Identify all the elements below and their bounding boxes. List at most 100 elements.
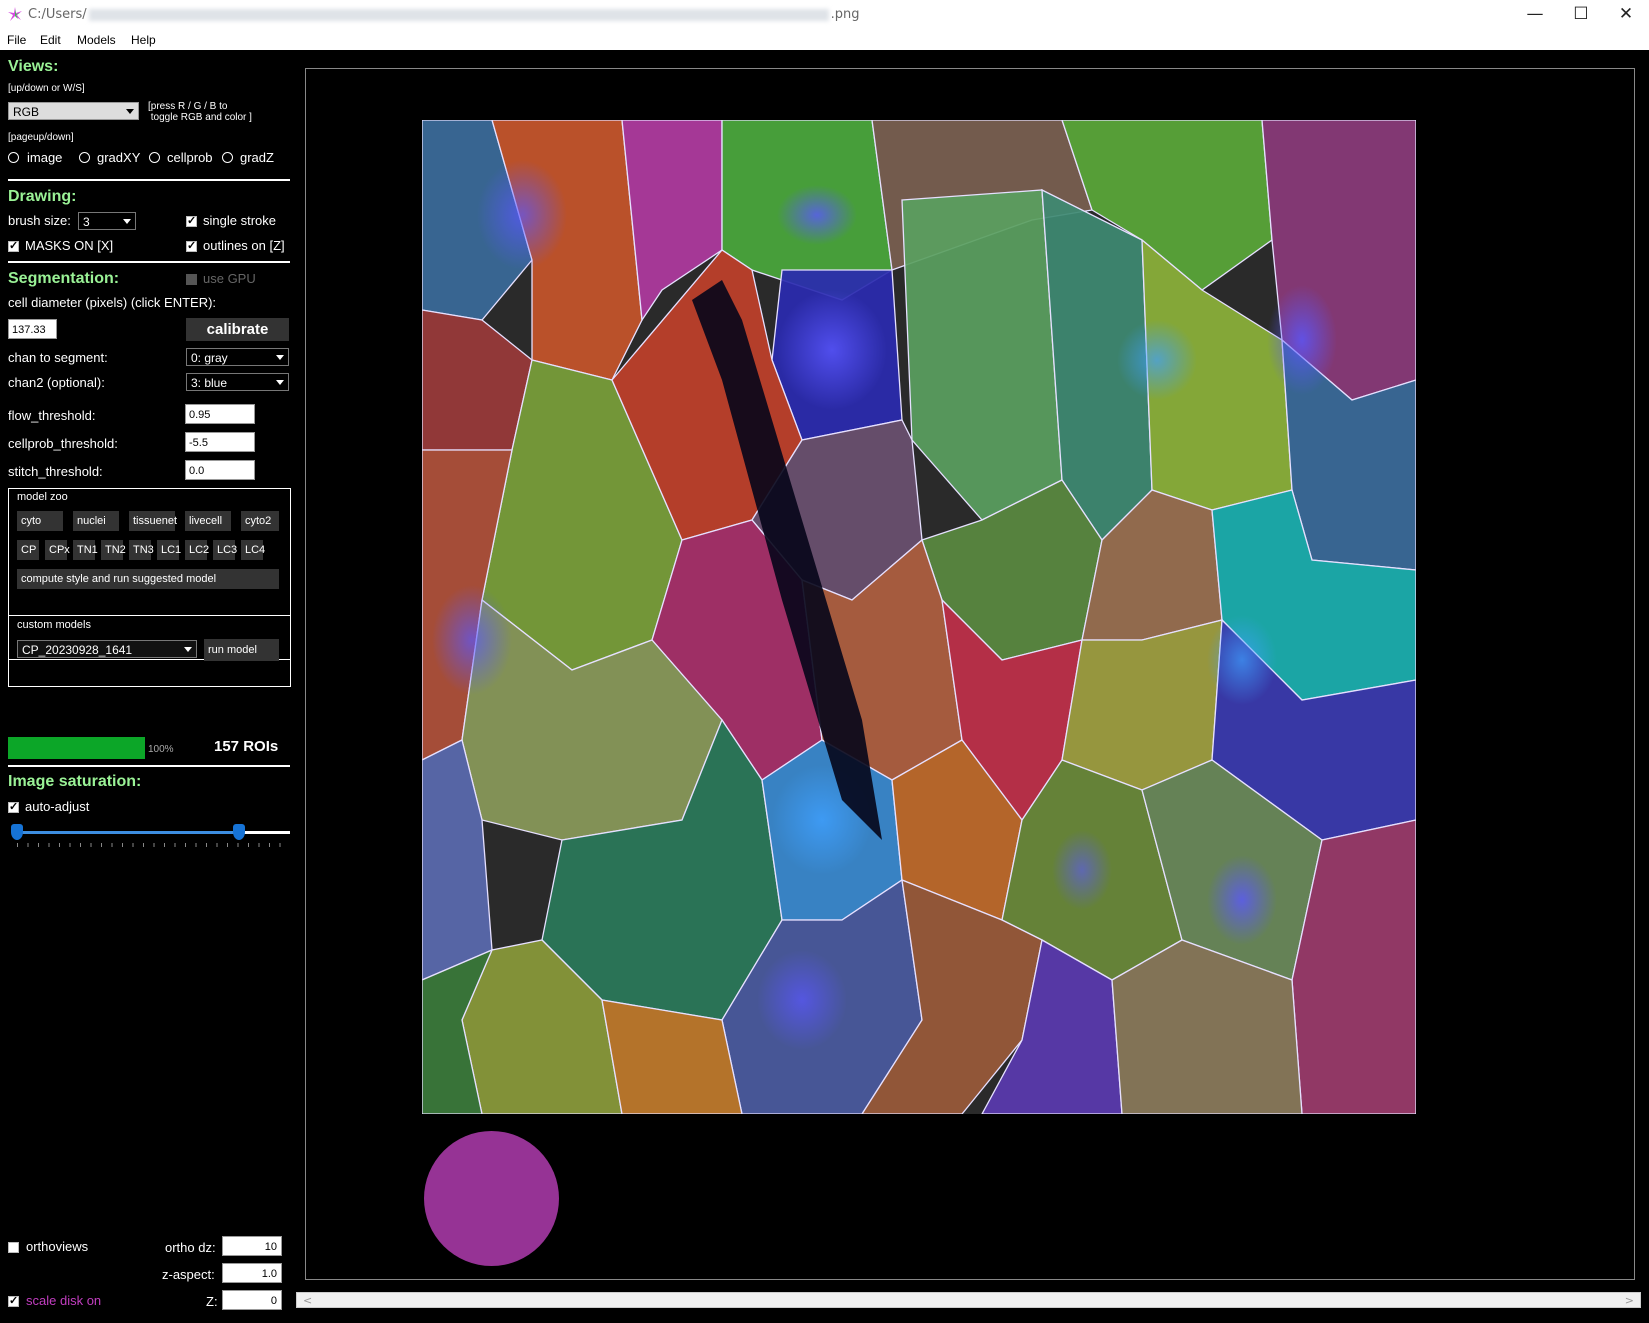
z-aspect-label: z-aspect:	[162, 1267, 215, 1282]
radio-image[interactable]	[8, 152, 19, 163]
views-heading: Views:	[8, 58, 58, 76]
flow-threshold-input[interactable]: 0.95	[185, 404, 255, 424]
orthoviews-checkbox[interactable]	[8, 1242, 19, 1253]
suggest-model-button[interactable]: compute style and run suggested model	[17, 569, 279, 589]
stitch-threshold-input[interactable]: 0.0	[185, 460, 255, 480]
model-nuclei-button[interactable]: nuclei	[73, 511, 119, 531]
progress-bar	[8, 737, 145, 759]
ortho-dz-label: ortho dz:	[165, 1240, 216, 1255]
cellpose-app-icon	[7, 6, 23, 22]
scroll-right-icon[interactable]: >	[1625, 1294, 1634, 1307]
divider	[8, 765, 290, 767]
model-tissuenet-button[interactable]: tissuenet	[129, 511, 175, 531]
drawing-heading: Drawing:	[8, 188, 76, 206]
model-cyto2-button[interactable]: cyto2	[241, 511, 279, 531]
brush-size-select[interactable]: 3	[78, 212, 136, 230]
brush-size-label: brush size:	[8, 213, 71, 228]
radio-image-label: image	[27, 150, 62, 165]
chevron-down-icon	[276, 355, 284, 360]
menu-file[interactable]: File	[7, 33, 26, 47]
auto-adjust-label: auto-adjust	[25, 799, 89, 814]
outlines-on-checkbox[interactable]	[186, 241, 197, 252]
z-aspect-input[interactable]: 1.0	[222, 1263, 282, 1283]
maximize-button[interactable]: ☐	[1558, 0, 1604, 30]
segmented-microscopy-image[interactable]	[422, 120, 1416, 1114]
radio-gradz[interactable]	[222, 152, 233, 163]
views-updown-hint: [up/down or W/S]	[8, 83, 85, 94]
single-stroke-label: single stroke	[203, 213, 276, 228]
custom-models-group: custom models CP_20230928_1641 run model	[8, 615, 291, 687]
use-gpu-checkbox[interactable]	[186, 274, 197, 285]
control-panel: Views: [up/down or W/S] RGB [press R / G…	[0, 50, 296, 1323]
saturation-low-handle[interactable]	[11, 824, 23, 840]
custom-models-title: custom models	[17, 619, 91, 631]
model-livecell-button[interactable]: livecell	[185, 511, 231, 531]
slider-ticks	[17, 843, 281, 847]
single-stroke-checkbox[interactable]	[186, 216, 197, 227]
saturation-high-handle[interactable]	[233, 824, 245, 840]
masks-on-label: MASKS ON [X]	[25, 238, 113, 253]
model-lc2-button[interactable]: LC2	[185, 540, 207, 560]
diameter-input[interactable]: 137.33	[8, 319, 57, 339]
views-pageupdown-hint: [pageup/down]	[8, 132, 74, 143]
ortho-dz-input[interactable]: 10	[222, 1236, 282, 1256]
view-select[interactable]: RGB	[8, 102, 139, 120]
horizontal-scrollbar[interactable]: < >	[296, 1292, 1641, 1308]
model-cpx-button[interactable]: CPx	[45, 540, 67, 560]
saturation-heading: Image saturation:	[8, 773, 141, 791]
scale-disk	[424, 1131, 559, 1266]
redacted-path	[89, 9, 829, 21]
minimize-button[interactable]: —	[1512, 0, 1558, 30]
chevron-down-icon	[276, 380, 284, 385]
scroll-left-icon[interactable]: <	[303, 1294, 312, 1307]
divider	[8, 261, 290, 263]
rgb-toggle-hint: [press R / G / B to toggle RGB and color…	[148, 101, 252, 123]
scale-disk-checkbox[interactable]	[8, 1296, 19, 1307]
cellprob-threshold-input[interactable]: -5.5	[185, 432, 255, 452]
model-zoo-title: model zoo	[17, 491, 68, 503]
model-lc1-button[interactable]: LC1	[157, 540, 179, 560]
chevron-down-icon	[184, 647, 192, 652]
diameter-label: cell diameter (pixels) (click ENTER):	[8, 295, 216, 310]
title-bar: C:/Users/.png — ☐ ✕	[0, 0, 1649, 30]
run-model-button[interactable]: run model	[204, 639, 279, 661]
saturation-slider-range	[17, 831, 239, 834]
progress-percent: 100%	[148, 744, 174, 755]
model-tn2-button[interactable]: TN2	[101, 540, 123, 560]
calibrate-button[interactable]: calibrate	[186, 318, 289, 341]
model-cp-button[interactable]: CP	[17, 540, 39, 560]
radio-cellprob-label: cellprob	[167, 150, 213, 165]
model-lc3-button[interactable]: LC3	[213, 540, 235, 560]
auto-adjust-checkbox[interactable]	[8, 802, 19, 813]
radio-gradz-label: gradZ	[240, 150, 274, 165]
menu-edit[interactable]: Edit	[40, 33, 61, 47]
radio-gradxy-label: gradXY	[97, 150, 140, 165]
orthoviews-label: orthoviews	[26, 1239, 88, 1254]
chan-segment-label: chan to segment:	[8, 350, 108, 365]
chan-segment-select[interactable]: 0: gray	[186, 348, 289, 366]
chevron-down-icon	[123, 219, 131, 224]
stitch-threshold-label: stitch_threshold:	[8, 464, 103, 479]
custom-model-select[interactable]: CP_20230928_1641	[17, 640, 197, 658]
chevron-down-icon	[126, 109, 134, 114]
scale-disk-label: scale disk on	[26, 1293, 101, 1308]
outlines-on-label: outlines on [Z]	[203, 238, 285, 253]
menu-models[interactable]: Models	[77, 33, 116, 47]
menu-help[interactable]: Help	[131, 33, 156, 47]
radio-cellprob[interactable]	[149, 152, 160, 163]
z-label: Z:	[206, 1294, 218, 1309]
masks-on-checkbox[interactable]	[8, 241, 19, 252]
chan2-select[interactable]: 3: blue	[186, 373, 289, 391]
menu-bar: File Edit Models Help	[0, 30, 1649, 50]
z-input[interactable]: 0	[222, 1290, 282, 1310]
model-lc4-button[interactable]: LC4	[241, 540, 263, 560]
close-button[interactable]: ✕	[1603, 0, 1649, 30]
divider	[8, 179, 290, 181]
model-tn3-button[interactable]: TN3	[129, 540, 151, 560]
window-title: C:/Users/.png	[28, 7, 860, 22]
radio-gradxy[interactable]	[79, 152, 90, 163]
flow-threshold-label: flow_threshold:	[8, 408, 95, 423]
model-cyto-button[interactable]: cyto	[17, 511, 63, 531]
model-tn1-button[interactable]: TN1	[73, 540, 95, 560]
use-gpu-label: use GPU	[203, 271, 256, 286]
